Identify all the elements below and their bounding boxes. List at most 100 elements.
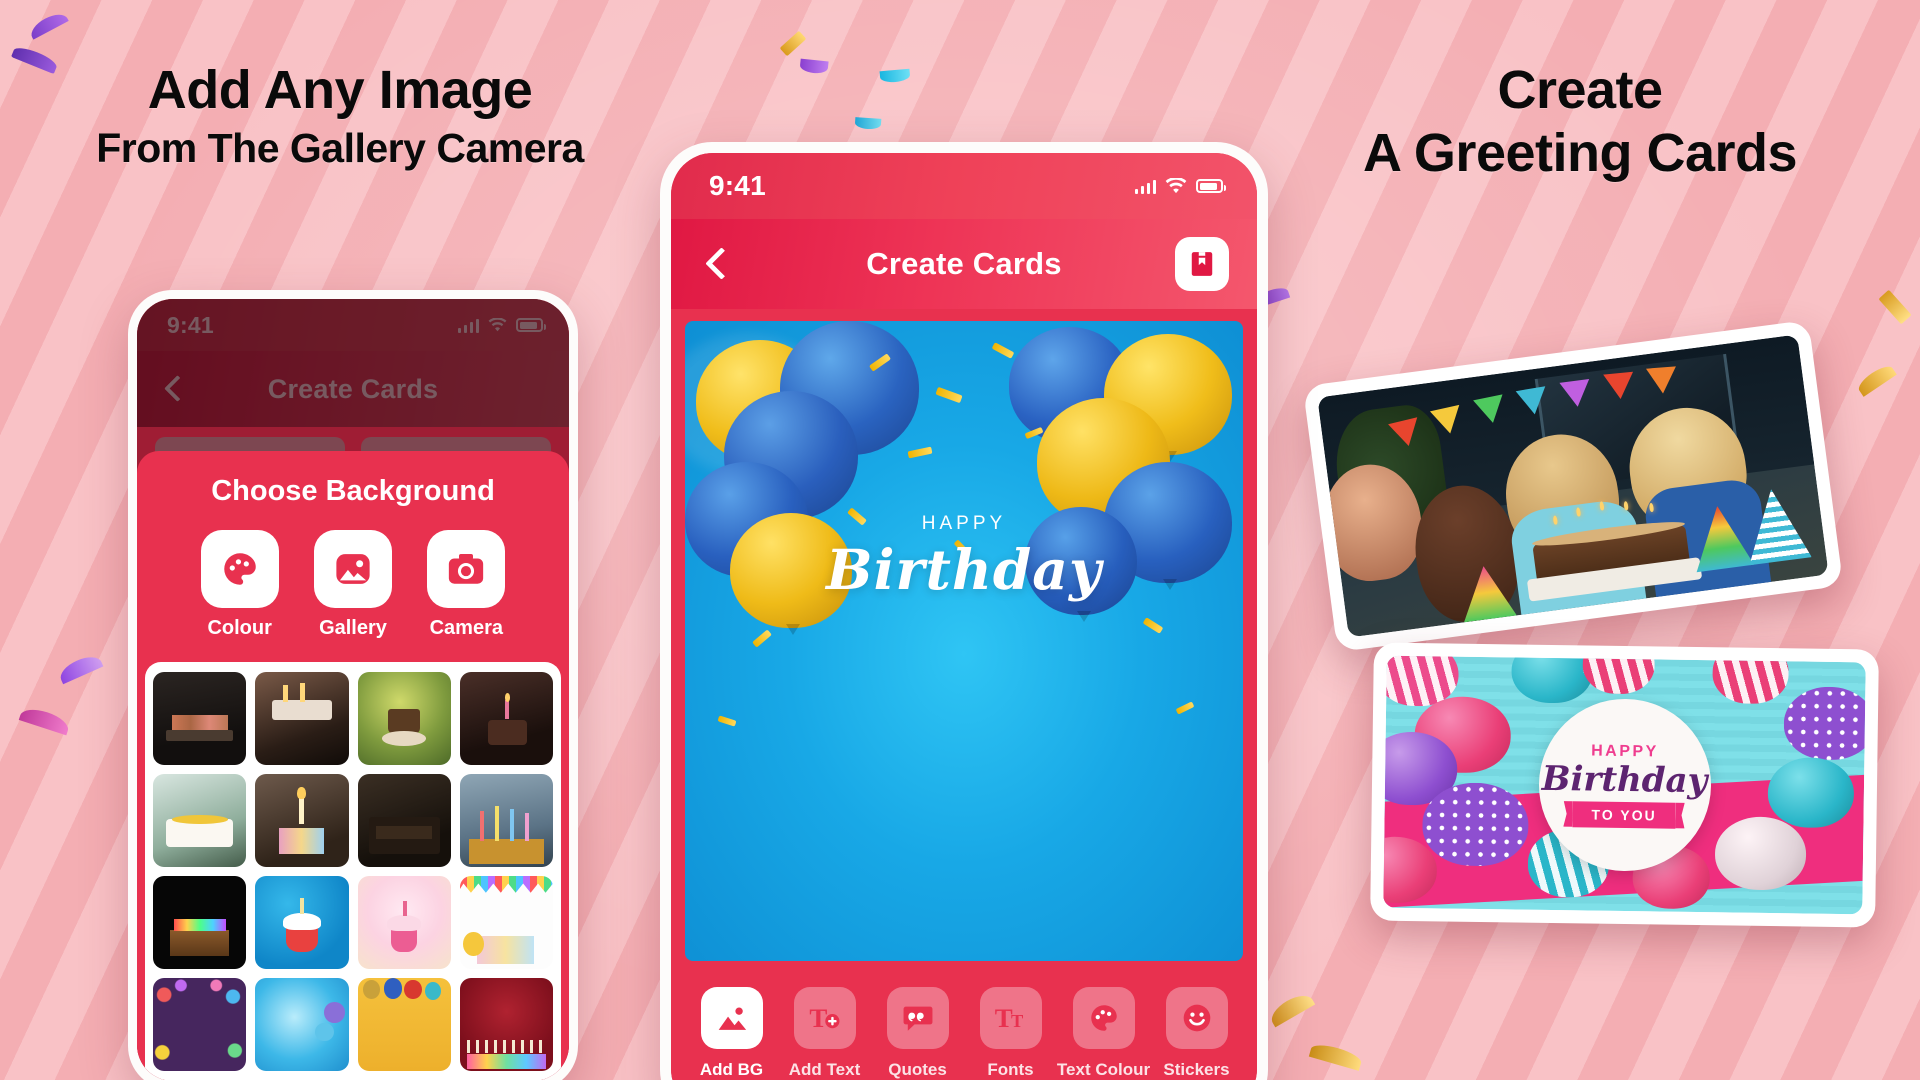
phone-mockup-left: 9:41 Create Cards Choose Background Colo… [128,290,578,1080]
nav-bar: Create Cards [137,351,569,427]
background-thumbnail-grid [145,662,561,1080]
tool-label: Quotes [888,1059,947,1079]
balloon-striped-pink [1711,655,1790,705]
signal-bars-icon [457,318,479,333]
background-thumbnail[interactable] [459,876,553,970]
party-photo [1317,334,1829,638]
status-bar: 9:41 [137,299,569,351]
tool-quotes[interactable]: Quotes [874,986,962,1080]
tool-label: Add Text [788,1059,861,1079]
background-source-label: Colour [207,617,272,639]
bunting-flag [1472,394,1508,426]
greeting-to-you-banner: TO YOU [1572,800,1676,829]
choose-background-sheet: Choose Background Colour Gallery Camera [137,451,569,1080]
background-thumbnail[interactable] [255,672,349,766]
background-thumbnail[interactable] [357,774,451,868]
add-text-icon: T [793,986,856,1049]
status-time: 9:41 [167,311,214,338]
greeting-text-badge: HAPPY Birthday TO YOU [1537,697,1712,873]
back-button[interactable] [159,374,189,404]
background-thumbnail[interactable] [255,876,349,970]
svg-text:T: T [1011,1011,1023,1031]
background-thumbnail[interactable] [357,876,451,970]
background-thumbnail[interactable] [153,978,247,1072]
greeting-card-art: HAPPY Birthday TO YOU [1383,655,1866,915]
quote-bubble-icon [886,986,949,1049]
background-thumbnail[interactable] [255,774,349,868]
svg-text:T: T [809,1003,827,1033]
greeting-birthday-text: Birthday [1541,758,1708,801]
editor-toolbar: Add BG T Add Text Quotes T T Fonts Text … [671,961,1257,1080]
background-source-camera[interactable]: Camera [427,530,506,640]
page-title: Create Cards [267,373,439,404]
palette-icon [200,530,279,608]
tool-add-text[interactable]: T Add Text [781,986,869,1080]
palette-icon [1072,986,1135,1049]
background-thumbnail[interactable] [459,672,553,766]
phone-mockup-center: 9:41 Create Cards HAPPY Birthday Add BG … [660,142,1268,1080]
background-thumbnail[interactable] [459,978,553,1072]
tool-text-colour[interactable]: Text Colour [1056,986,1151,1080]
tool-add-bg[interactable]: Add BG [688,986,776,1080]
card-canvas-wrapper: HAPPY Birthday [671,309,1257,961]
headline-left-line2: From The Gallery Camera [96,125,584,172]
candle-flame [1623,500,1629,511]
back-button[interactable] [699,246,735,282]
greeting-card-preview: HAPPY Birthday TO YOU [1370,642,1879,928]
nav-bar: Create Cards [671,219,1257,309]
tool-fonts[interactable]: T T Fonts [967,986,1055,1080]
bunting-flag [1559,378,1593,409]
background-thumbnail[interactable] [153,672,247,766]
greeting-card-scene: HAPPY Birthday TO YOU [1383,655,1866,915]
status-icons [457,317,546,333]
image-icon [313,530,392,608]
tool-label: Text Colour [1056,1059,1151,1079]
bunting-flag [1602,371,1636,401]
gold-ribbon [1175,701,1195,715]
status-icons [1134,177,1226,195]
card-text-block[interactable]: HAPPY Birthday [685,513,1243,602]
balloon-teal [1767,756,1855,829]
gold-ribbon [935,387,963,404]
gold-ribbon [717,715,737,727]
phone-screen-left: 9:41 Create Cards Choose Background Colo… [137,299,569,1080]
background-thumbnail[interactable] [153,876,247,970]
background-thumbnail[interactable] [255,978,349,1072]
gold-ribbon [752,628,772,648]
tool-label: Stickers [1163,1059,1230,1079]
gold-ribbon [991,341,1015,359]
tool-label: Fonts [987,1059,1034,1079]
tool-stickers[interactable]: Stickers [1153,986,1241,1080]
balloon-purple-dots [1422,782,1529,867]
background-thumbnail[interactable] [459,774,553,868]
save-card-button[interactable] [1175,237,1229,291]
svg-text:T: T [994,1003,1012,1033]
party-photo-scene [1317,334,1829,638]
card-canvas[interactable]: HAPPY Birthday [685,321,1243,961]
headline-right: Create A Greeting Cards [1280,60,1880,182]
smiley-icon [1165,986,1228,1049]
bunting-flag [1516,386,1551,418]
page-title: Create Cards [866,246,1062,281]
sheet-title: Choose Background [211,475,495,507]
wifi-icon [1165,177,1187,193]
balloon-teal [1510,655,1593,704]
bookmark-save-icon [1191,252,1213,276]
fonts-icon: T T [979,986,1042,1049]
background-thumbnail[interactable] [153,774,247,868]
sheet-action-row: Colour Gallery Camera [137,508,569,662]
background-source-label: Gallery [319,617,387,639]
headline-left-line1: Add Any Image [147,60,533,120]
gold-ribbon [907,446,933,459]
background-source-gallery[interactable]: Gallery [313,530,392,640]
gold-ribbon [1142,617,1163,634]
balloon-purple-dots [1782,686,1866,761]
camera-icon [427,530,506,608]
card-happy-text: HAPPY [921,513,1007,534]
tool-label: Add BG [699,1059,764,1079]
battery-icon [516,318,546,332]
headline-right-line1: Create [1497,60,1663,120]
background-thumbnail[interactable] [357,978,451,1072]
background-thumbnail[interactable] [357,672,451,766]
background-source-colour[interactable]: Colour [200,530,279,640]
